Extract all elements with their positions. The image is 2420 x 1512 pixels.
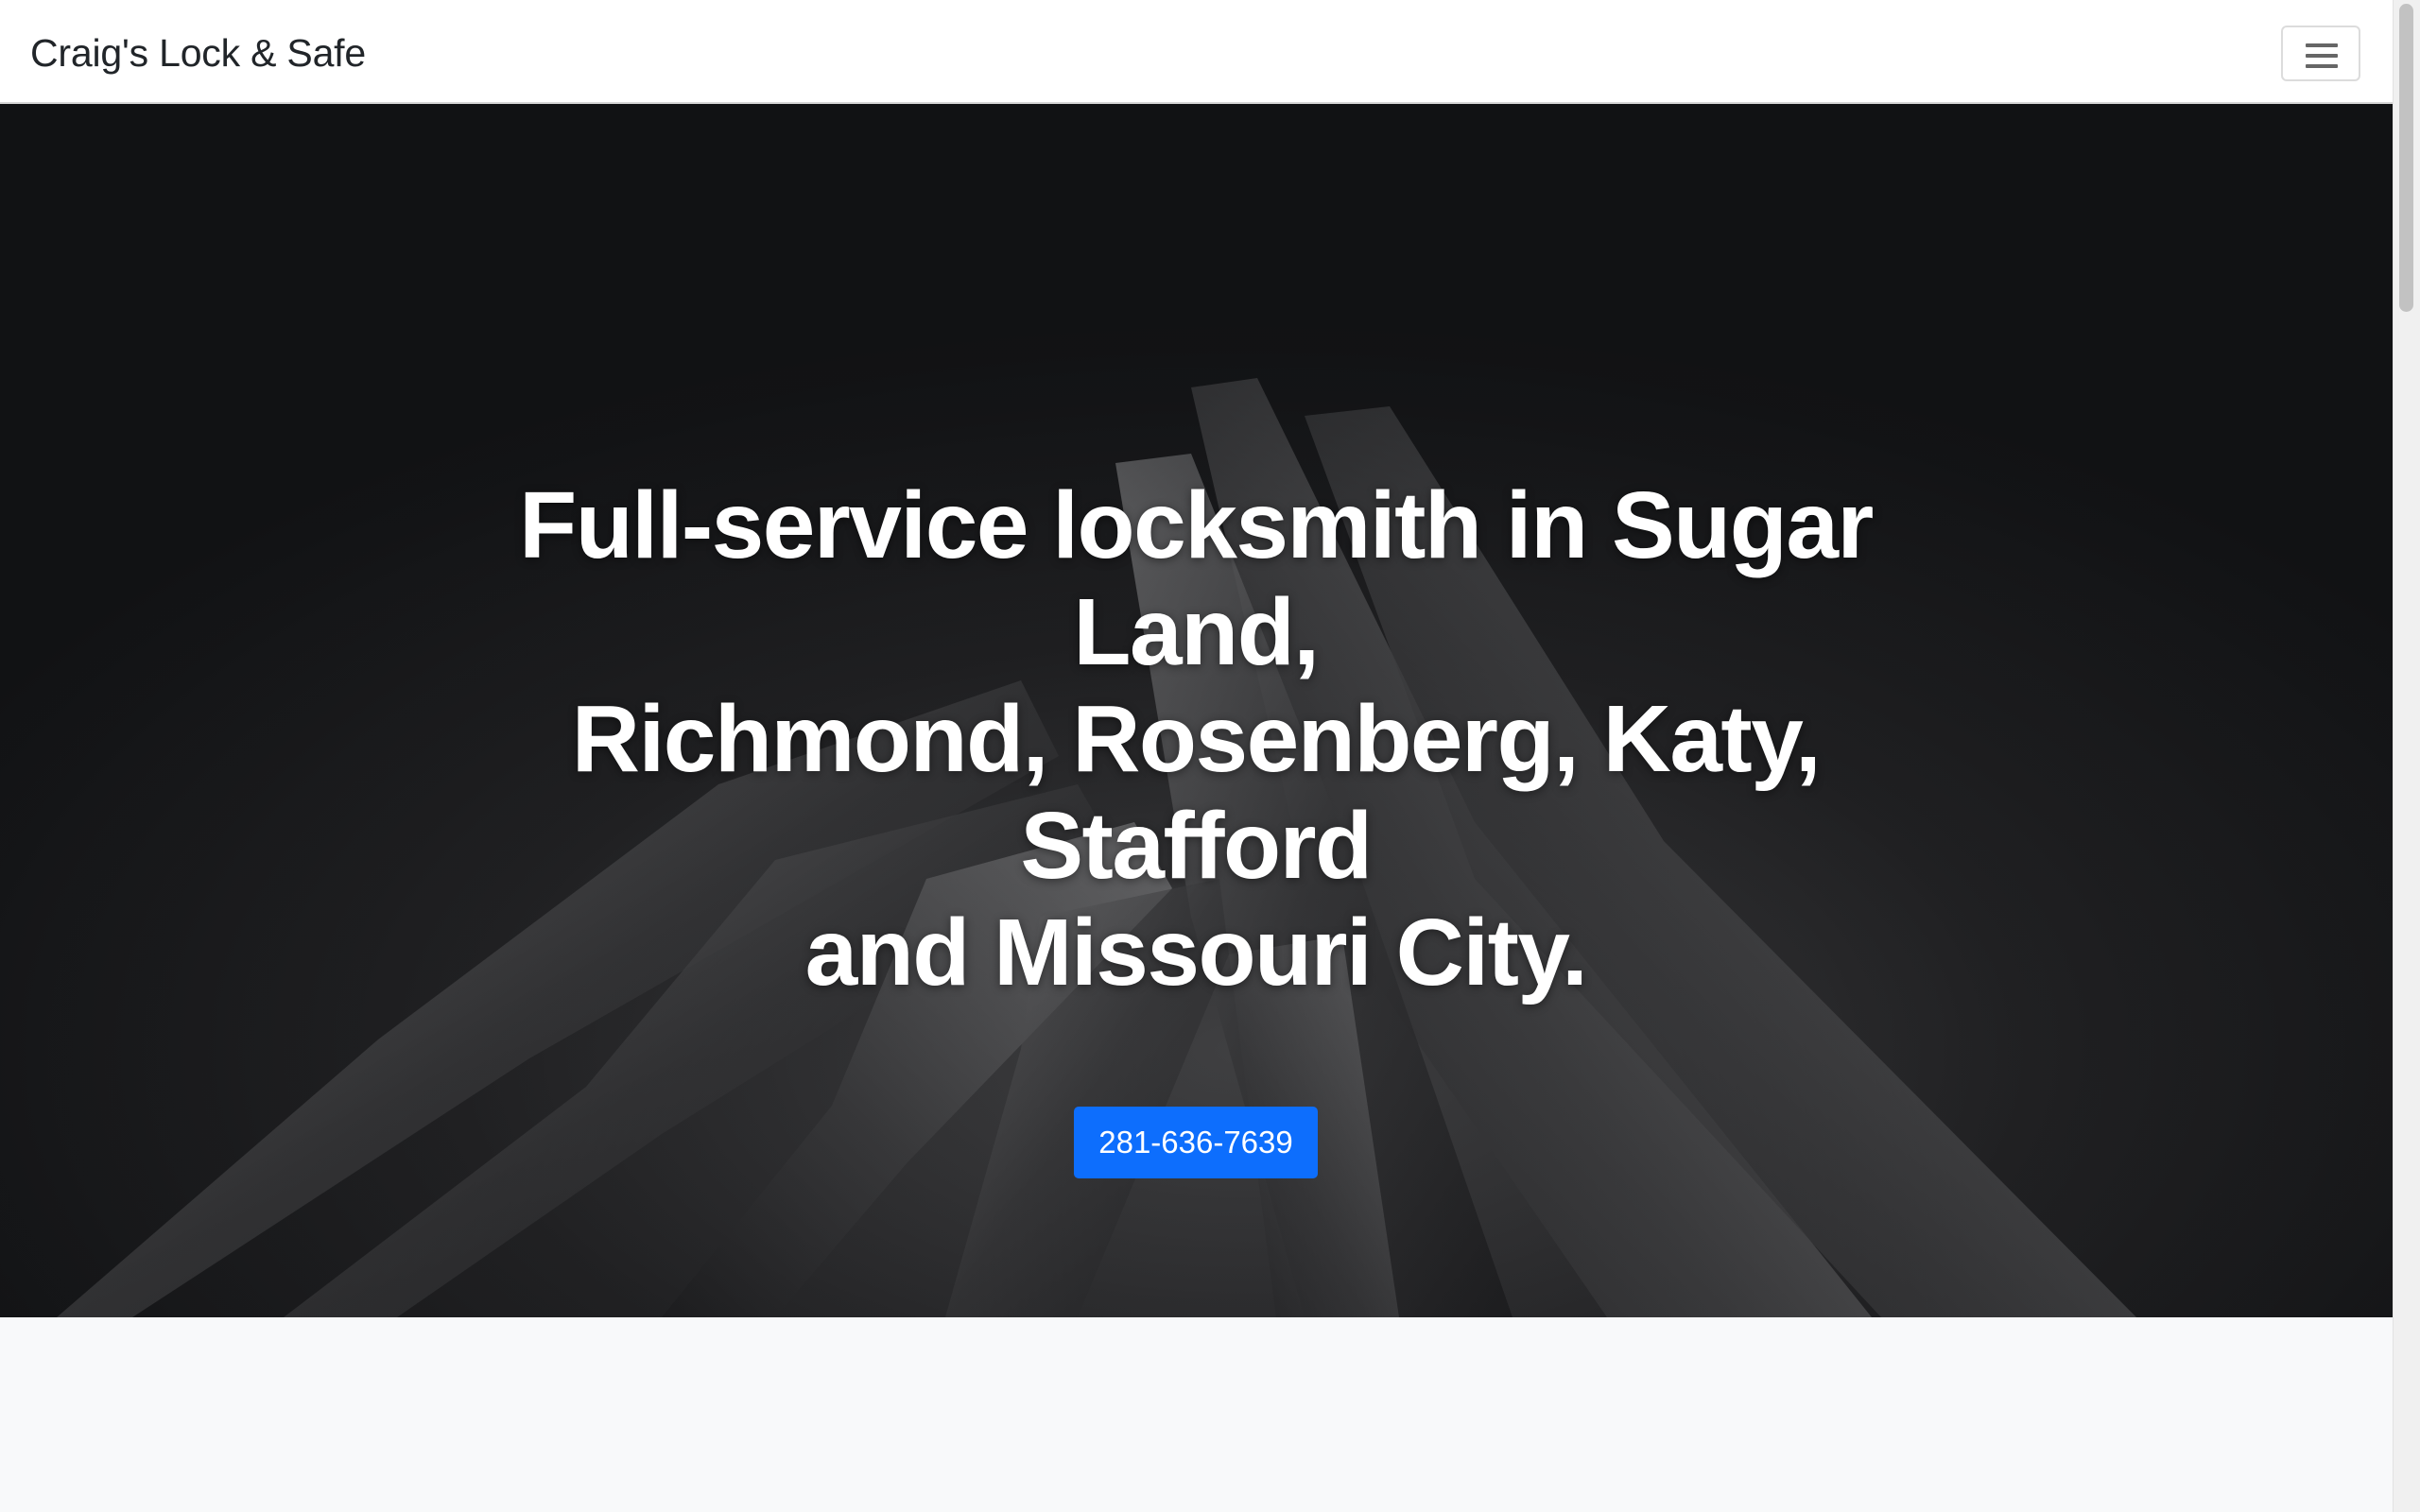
hero-headline: Full-service locksmith in Sugar Land, Ri… <box>397 472 1995 1006</box>
headline-line: Full-service locksmith in Sugar Land, <box>519 472 1874 685</box>
navbar: Craig's Lock & Safe <box>0 0 2393 104</box>
hamburger-menu-icon <box>2306 43 2338 68</box>
scrollbar-thumb[interactable] <box>2399 4 2413 312</box>
call-phone-button[interactable]: 281-636-7639 <box>1074 1107 1318 1178</box>
hero-content: Full-service locksmith in Sugar Land, Ri… <box>397 472 1995 1178</box>
headline-line: Richmond, Rosenberg, Katy, Stafford <box>571 686 1822 899</box>
page: Craig's Lock & Safe Full-service locksmi… <box>0 0 2420 1512</box>
navbar-toggle-button[interactable] <box>2281 26 2360 81</box>
hero-section: Full-service locksmith in Sugar Land, Ri… <box>0 104 2393 1317</box>
scrollbar[interactable] <box>2393 0 2420 1512</box>
content-section <box>0 1317 2393 1512</box>
headline-line: and Missouri City. <box>804 900 1588 1005</box>
brand-link[interactable]: Craig's Lock & Safe <box>30 28 366 77</box>
